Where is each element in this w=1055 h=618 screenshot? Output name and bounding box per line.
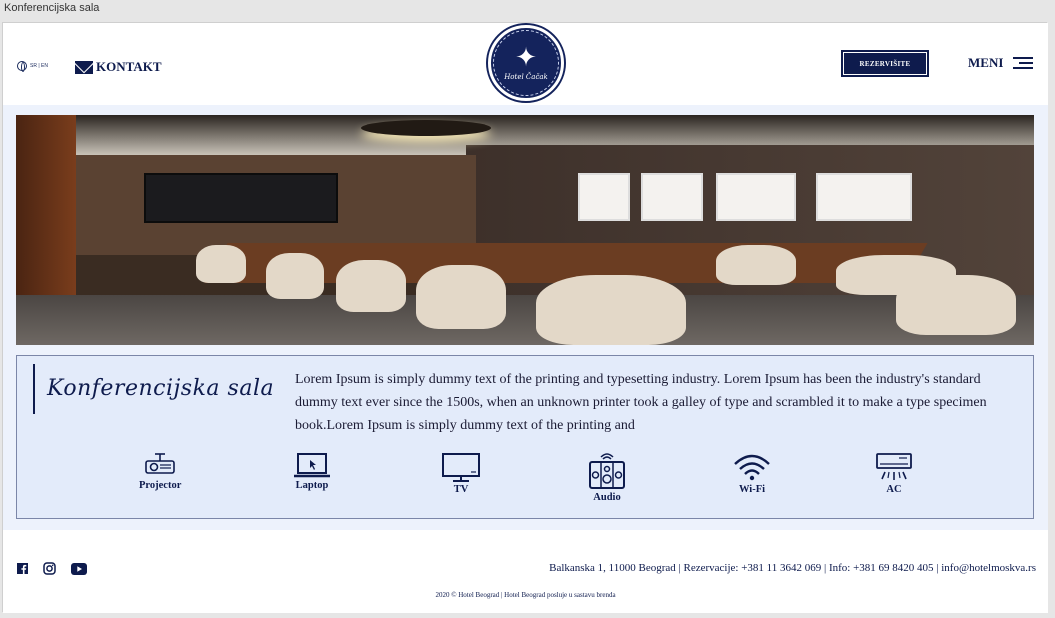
hall-description: Lorem Ipsum is simply dummy text of the …: [295, 372, 987, 433]
tv-icon: [442, 453, 480, 482]
amenity-wifi: Wi-Fi: [733, 452, 771, 495]
footer-contact: Balkanska 1, 11000 Beograd | Rezervacije…: [549, 562, 1036, 574]
window-title: Konferencijska sala: [0, 0, 1055, 18]
laptop-icon: [294, 453, 330, 478]
copyright: 2020 © Hotel Beograd | Hotel Beograd pos…: [435, 591, 616, 599]
contact-label: KONTAKT: [96, 59, 162, 74]
envelope-icon: [75, 60, 93, 74]
page: SR | EN KONTAKT ✦ Hotel Čačak REZERVIŠIT…: [2, 22, 1048, 613]
projector-icon: [145, 453, 175, 474]
facebook-icon[interactable]: [17, 563, 28, 574]
amenity-label: AC: [886, 484, 902, 495]
instagram-icon[interactable]: [43, 562, 56, 575]
wifi-icon: [734, 454, 770, 481]
youtube-icon[interactable]: [71, 562, 87, 575]
compass-star-icon: ✦: [515, 43, 537, 72]
amenity-label: Laptop: [295, 480, 329, 491]
menu-label: MENI: [968, 55, 1004, 70]
amenity-projector: Projector: [139, 452, 181, 491]
language-switcher[interactable]: SR | EN: [17, 61, 48, 72]
site-header: SR | EN KONTAKT ✦ Hotel Čačak REZERVIŠIT…: [3, 23, 1048, 105]
amenity-label: Audio: [593, 492, 621, 503]
social-links: [17, 562, 87, 575]
amenities-list: Projector Laptop TV Audio Wi-Fi AC: [17, 452, 1035, 516]
language-label: SR | EN: [30, 63, 48, 69]
title-accent-bar: [33, 364, 35, 414]
main-content: Konferencijska sala Lorem Ipsum is simpl…: [3, 105, 1048, 530]
hall-info-panel: Konferencijska sala Lorem Ipsum is simpl…: [16, 355, 1034, 519]
amenity-tv: TV: [441, 452, 481, 495]
amenity-ac: AC: [875, 452, 913, 495]
hotel-logo[interactable]: ✦ Hotel Čačak: [488, 25, 564, 101]
air-conditioner-icon: [876, 453, 912, 480]
logo-emblem: ✦ Hotel Čačak: [493, 30, 559, 96]
amenity-label: Projector: [139, 480, 182, 491]
amenity-label: TV: [453, 484, 469, 495]
amenity-laptop: Laptop: [293, 452, 331, 491]
speaker-icon: [589, 453, 625, 489]
site-footer: Balkanska 1, 11000 Beograd | Rezervacije…: [3, 530, 1048, 613]
amenity-label: Wi-Fi: [738, 484, 766, 495]
page-title: Konferencijska sala: [47, 376, 275, 401]
contact-link[interactable]: KONTAKT: [75, 59, 162, 75]
hamburger-icon: [1013, 56, 1034, 70]
reserve-button[interactable]: REZERVIŠITE: [841, 50, 929, 77]
conference-room-photo: [16, 115, 1034, 345]
logo-text: Hotel Čačak: [504, 73, 548, 81]
amenity-audio: Audio: [587, 452, 627, 503]
globe-icon: [17, 61, 27, 72]
menu-button[interactable]: MENI: [968, 55, 1034, 71]
